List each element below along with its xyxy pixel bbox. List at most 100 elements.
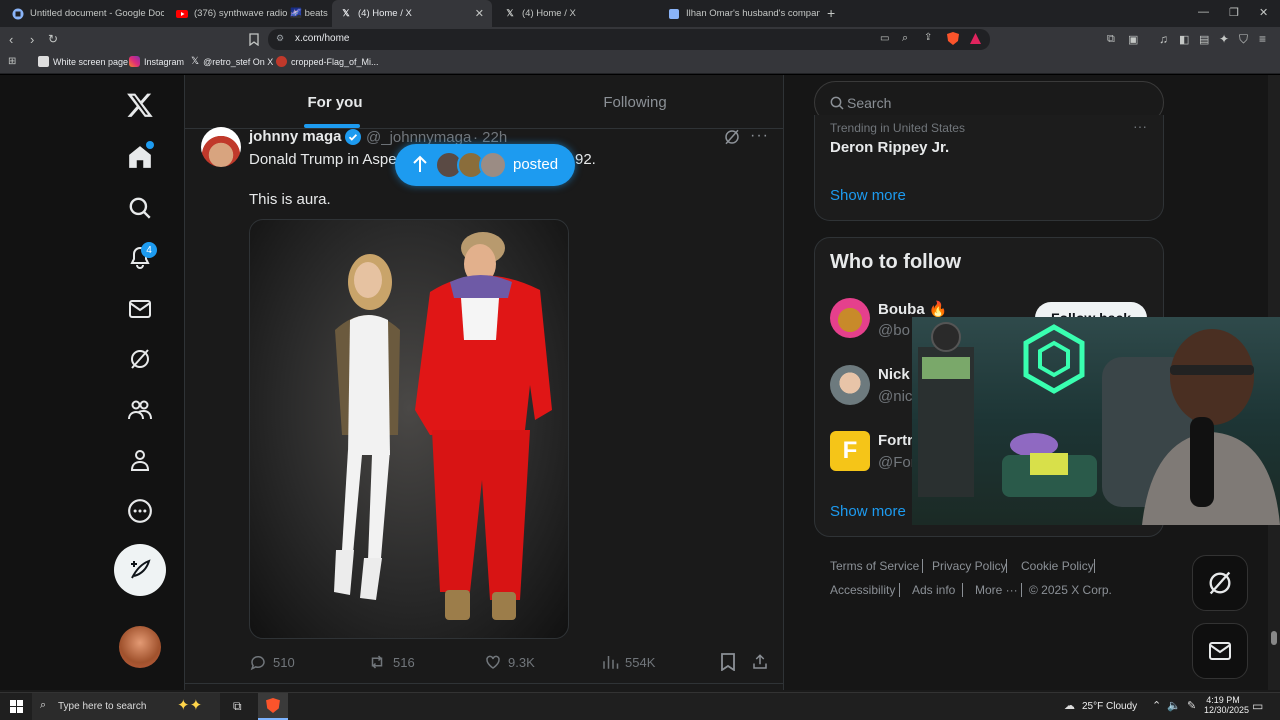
x-logo-icon[interactable] <box>120 85 160 125</box>
home-icon[interactable] <box>120 137 160 177</box>
grok-floating-button[interactable] <box>1192 555 1248 611</box>
photo-figures <box>334 232 552 620</box>
account-avatar[interactable] <box>119 626 161 668</box>
follow-avatar[interactable] <box>830 365 870 405</box>
brave-taskbar-icon[interactable] <box>258 693 288 720</box>
follow-avatar[interactable] <box>830 298 870 338</box>
search-icon[interactable] <box>120 188 160 228</box>
show-more-follow[interactable]: Show more <box>830 503 906 520</box>
media-icon[interactable]: ♫ <box>1159 32 1168 46</box>
notification-center-icon[interactable]: ▭ <box>1252 699 1263 713</box>
notifications-icon[interactable]: 4 <box>120 238 160 278</box>
brave-rewards-icon[interactable] <box>970 33 981 44</box>
post-author-name[interactable]: johnny maga <box>249 128 342 145</box>
reload-icon[interactable]: ↻ <box>48 32 58 46</box>
footer-privacy[interactable]: Privacy Policy <box>932 559 1007 573</box>
bookmark-retro-stef[interactable]: 𝕏 @retro_stef On X <box>191 56 273 67</box>
footer-accessibility[interactable]: Accessibility <box>830 583 895 597</box>
menu-icon[interactable]: ≡ <box>1259 32 1266 46</box>
share-icon[interactable]: ⇪ <box>924 32 932 43</box>
post-author-avatar[interactable] <box>201 127 241 167</box>
browser-tab-docs[interactable]: Untitled document - Google Docs <box>4 0 164 27</box>
x-icon: 𝕏 <box>506 8 514 18</box>
who-to-follow-title: Who to follow <box>830 251 962 273</box>
brave-shield-icon[interactable] <box>947 32 959 45</box>
messages-floating-button[interactable] <box>1192 623 1248 679</box>
scrollbar-thumb[interactable] <box>1271 631 1277 645</box>
footer-terms[interactable]: Terms of Service <box>830 559 919 573</box>
footer-ads-info[interactable]: Ads info <box>912 583 955 597</box>
views-button[interactable]: 554K <box>601 653 655 671</box>
vpn-icon[interactable]: ⛉ <box>1239 32 1248 47</box>
volume-icon[interactable]: 🔈 <box>1167 699 1181 712</box>
like-button[interactable]: 9.3K <box>484 653 535 671</box>
browser-tab-news[interactable]: Ilhan Omar's husband's companies s <box>660 0 820 27</box>
compose-post-button[interactable] <box>114 544 166 596</box>
trend-name[interactable]: Deron Rippey Jr. <box>830 139 949 156</box>
forward-icon[interactable]: › <box>30 32 34 47</box>
zoom-icon[interactable]: ⌕ <box>902 32 908 45</box>
sidebar-icon[interactable]: ◧ <box>1179 33 1189 46</box>
back-icon[interactable]: ‹ <box>9 32 13 47</box>
browser-tab-x[interactable]: 𝕏 (4) Home / X <box>496 0 656 27</box>
tab-for-you[interactable]: For you <box>185 75 485 129</box>
reading-list-icon[interactable]: ▤ <box>1199 33 1209 46</box>
follow-name[interactable]: Fortn <box>878 432 916 449</box>
more-icon[interactable] <box>120 491 160 531</box>
weather-text[interactable]: 25°F Cloudy <box>1082 701 1137 712</box>
bookmark-white-screen[interactable]: White screen page <box>38 56 128 67</box>
repost-button[interactable]: 516 <box>367 653 415 671</box>
minimize-icon[interactable]: — <box>1198 6 1209 18</box>
bookmark-icon[interactable] <box>249 33 259 46</box>
tray-chevron-icon[interactable]: ⌃ <box>1152 699 1161 712</box>
x-icon: 𝕏 <box>342 8 350 18</box>
bookmark-flag[interactable]: cropped-Flag_of_Mi... <box>276 56 379 67</box>
browser-tab-x-active[interactable]: 𝕏 (4) Home / X ✕ <box>332 0 492 27</box>
windows-start-icon[interactable] <box>10 700 23 713</box>
grok-post-icon[interactable] <box>723 128 741 146</box>
task-view-icon[interactable]: ⧉ <box>233 699 242 714</box>
show-more-trends[interactable]: Show more <box>830 187 906 204</box>
windows-taskbar: ⌕ Type here to search ✦✦ ⧉ ☁ 25°F Cloudy… <box>0 692 1280 720</box>
post-text-line1-start: Donald Trump in Aspe <box>249 151 397 168</box>
webcam-overlay <box>912 317 1280 525</box>
fortnite-logo-icon[interactable]: F <box>830 431 870 471</box>
window-close-icon[interactable]: ✕ <box>1259 6 1268 19</box>
x-page: 4 For you Following johnny maga @_johnny… <box>0 75 1280 690</box>
post-image[interactable] <box>249 219 569 639</box>
new-tab-icon[interactable]: + <box>827 5 835 21</box>
footer-separator <box>922 559 923 573</box>
footer-more[interactable]: More ··· <box>975 583 1018 597</box>
close-icon[interactable]: ✕ <box>475 7 484 20</box>
site-settings-icon[interactable]: ⚙ <box>276 33 284 44</box>
tab-following[interactable]: Following <box>485 75 785 129</box>
bookmarks-bar: ⊞ White screen page Instagram 𝕏 @retro_st… <box>0 52 1280 74</box>
bookmark-post-icon[interactable] <box>720 653 736 671</box>
weather-icon[interactable]: ☁ <box>1064 699 1075 712</box>
youtube-icon <box>176 8 188 20</box>
cast-icon[interactable]: ▭ <box>880 33 889 44</box>
follow-name[interactable]: Bouba 🔥 <box>878 300 948 318</box>
grok-icon[interactable] <box>120 339 160 379</box>
bookmark-instagram[interactable]: Instagram <box>129 56 184 67</box>
follow-name[interactable]: Nick <box>878 366 910 383</box>
pen-icon[interactable]: ✎ <box>1187 699 1196 712</box>
reply-button[interactable]: 510 <box>249 653 295 671</box>
extensions-icon[interactable]: ⧉ <box>1107 33 1115 46</box>
clock[interactable]: 4:19 PM 12/30/2025 <box>1204 695 1249 715</box>
profile-icon[interactable] <box>120 440 160 480</box>
leo-ai-icon[interactable]: ✦ <box>1219 32 1229 46</box>
wallet-icon[interactable]: ▣ <box>1128 33 1138 46</box>
tab-label: (376) synthwave radio 🌌 beats t <box>194 8 328 19</box>
post-more-icon[interactable]: ··· <box>750 127 769 145</box>
apps-grid-icon[interactable]: ⊞ <box>8 56 16 67</box>
browser-tab-youtube[interactable]: (376) synthwave radio 🌌 beats t <box>168 0 328 27</box>
share-post-icon[interactable] <box>751 653 769 671</box>
restore-icon[interactable]: ❐ <box>1229 6 1239 19</box>
new-posts-pill[interactable]: posted <box>395 144 575 186</box>
messages-icon[interactable] <box>120 289 160 329</box>
taskbar-search-box[interactable]: ⌕ Type here to search ✦✦ <box>32 693 220 720</box>
communities-icon[interactable] <box>120 390 160 430</box>
url-bar[interactable]: ⚙ x.com/home ▭ ⌕ ⇪ <box>268 29 990 50</box>
footer-cookie[interactable]: Cookie Policy <box>1021 559 1094 573</box>
